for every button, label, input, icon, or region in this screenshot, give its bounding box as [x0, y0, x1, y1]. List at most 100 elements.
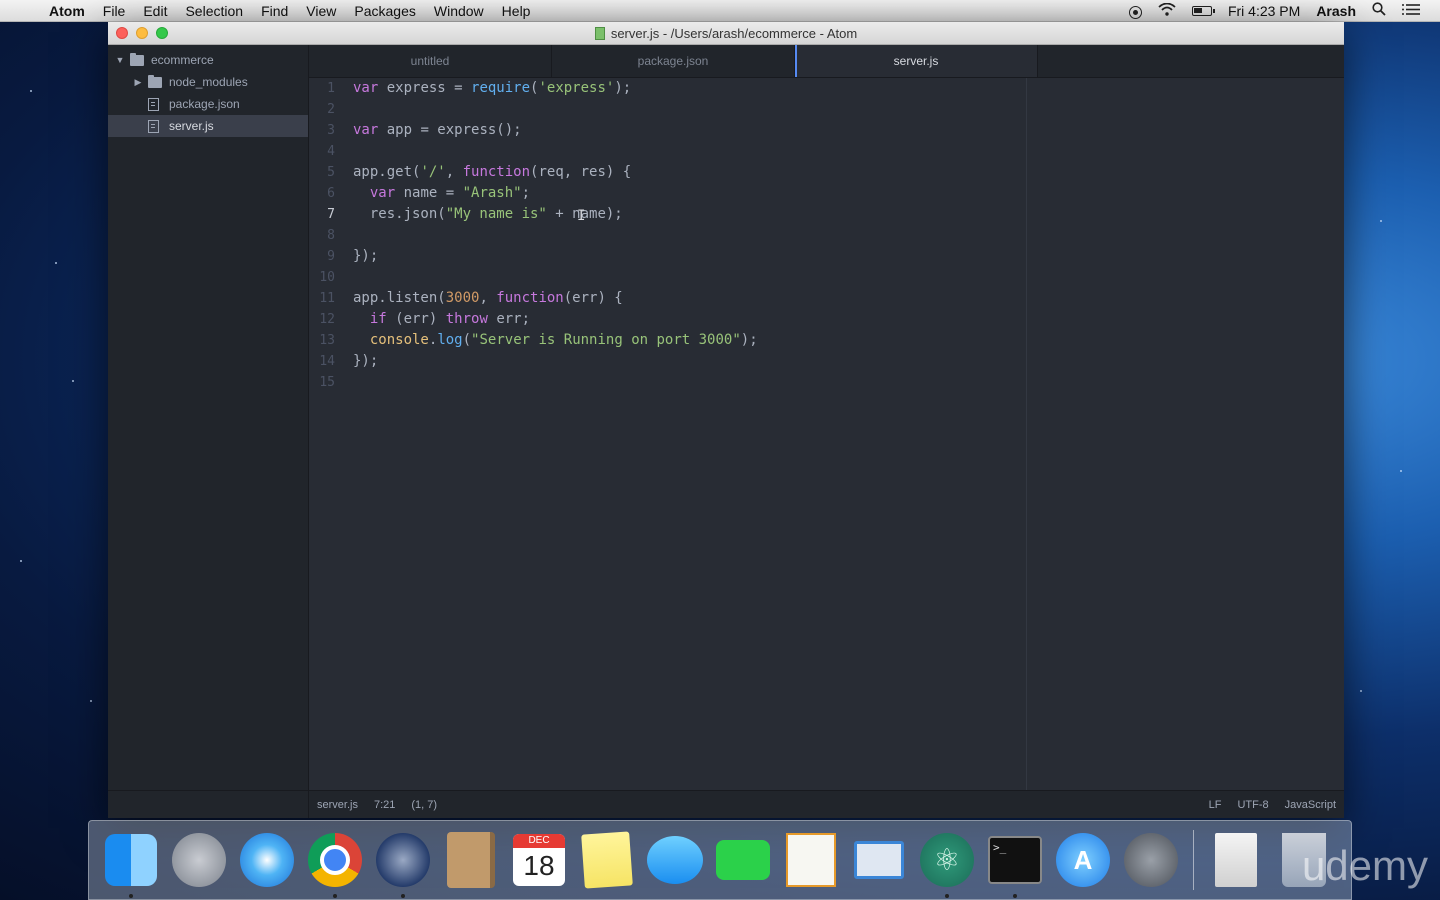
line-number[interactable]: 12	[309, 309, 349, 330]
spotlight-search-icon[interactable]	[1364, 2, 1394, 19]
tab-server-js[interactable]: server.js	[795, 45, 1038, 77]
dock-keynote[interactable]	[849, 830, 909, 890]
code-line[interactable]: app.get('/', function(req, res) {	[353, 162, 758, 183]
line-number[interactable]: 8	[309, 225, 349, 246]
menu-file[interactable]: File	[94, 0, 135, 22]
code-line[interactable]: });	[353, 246, 758, 267]
dock-messages[interactable]	[645, 830, 705, 890]
tree-root-folder[interactable]: ▼ ecommerce	[108, 49, 308, 71]
line-number[interactable]: 14	[309, 351, 349, 372]
code-line[interactable]: });	[353, 351, 758, 372]
code-line[interactable]: console.log("Server is Running on port 3…	[353, 330, 758, 351]
tab-bar: untitled package.json server.js	[309, 45, 1344, 78]
code-token: ;	[521, 185, 531, 201]
line-number[interactable]: 5	[309, 162, 349, 183]
line-number[interactable]: 6	[309, 183, 349, 204]
code-editor[interactable]: 1 2 3 4 5 6 7 8 9 10 11 12 13 14 15 var express = requ…	[309, 78, 1344, 790]
title-bar[interactable]: server.js - /Users/arash/ecommerce - Ato…	[108, 22, 1344, 45]
dock-finder[interactable]	[101, 830, 161, 898]
dock-document[interactable]	[1206, 830, 1266, 890]
code-token: "Arash"	[462, 185, 522, 201]
line-number[interactable]: 9	[309, 246, 349, 267]
line-number-gutter[interactable]: 1 2 3 4 5 6 7 8 9 10 11 12 13 14 15	[309, 78, 349, 393]
code-line[interactable]: var name = "Arash";	[353, 183, 758, 204]
dock-launchpad[interactable]	[169, 830, 229, 890]
screen-record-icon[interactable]	[1121, 2, 1150, 19]
zoom-window-button[interactable]	[156, 27, 168, 39]
line-number[interactable]: 2	[309, 99, 349, 120]
code-line[interactable]: if (err) throw err;	[353, 309, 758, 330]
code-token: );	[740, 332, 758, 348]
dock-quicktime[interactable]	[373, 830, 433, 898]
line-number[interactable]: 13	[309, 330, 349, 351]
line-number[interactable]: 15	[309, 372, 349, 393]
status-selection-count[interactable]: (1, 7)	[403, 799, 445, 811]
line-number[interactable]: 3	[309, 120, 349, 141]
code-line[interactable]	[353, 99, 758, 120]
code-line[interactable]	[353, 267, 758, 288]
menu-window[interactable]: Window	[425, 0, 493, 22]
line-number[interactable]: 7	[309, 204, 349, 225]
wrap-guide	[1026, 78, 1027, 790]
status-file-name[interactable]: server.js	[309, 799, 366, 811]
code-token: (	[462, 332, 472, 348]
code-lines[interactable]: var express = require('express'); var app…	[353, 78, 758, 393]
line-number[interactable]: 1	[309, 78, 349, 99]
tree-item-label: server.js	[169, 119, 214, 133]
wifi-icon[interactable]	[1150, 2, 1184, 19]
line-number[interactable]: 11	[309, 288, 349, 309]
menu-edit[interactable]: Edit	[134, 0, 176, 22]
tab-untitled[interactable]: untitled	[309, 45, 552, 77]
dock-calendar[interactable]: DEC 18	[509, 830, 569, 890]
minimize-window-button[interactable]	[136, 27, 148, 39]
menu-view[interactable]: View	[297, 0, 345, 22]
menu-find[interactable]: Find	[252, 0, 297, 22]
editor-pane: untitled package.json server.js 12345678…	[308, 45, 1344, 790]
status-line-ending[interactable]: LF	[1201, 799, 1230, 811]
code-line[interactable]: app.listen(3000, function(err) {	[353, 288, 758, 309]
dock-system-preferences[interactable]	[1121, 830, 1181, 890]
dock-pages[interactable]	[781, 830, 841, 890]
tree-item-node-modules[interactable]: ▶ node_modules	[108, 71, 308, 93]
dock-atom[interactable]: ⚛	[917, 830, 977, 898]
menu-selection[interactable]: Selection	[176, 0, 252, 22]
status-encoding[interactable]: UTF-8	[1229, 799, 1276, 811]
user-name[interactable]: Arash	[1308, 3, 1364, 19]
dock-notes[interactable]	[577, 830, 637, 890]
code-line[interactable]	[353, 141, 758, 162]
dock-chrome[interactable]	[305, 830, 365, 898]
menu-help[interactable]: Help	[493, 0, 540, 22]
code-line[interactable]: var express = require('express');	[353, 78, 758, 99]
line-number[interactable]: 10	[309, 267, 349, 288]
clock[interactable]: Fri 4:23 PM	[1220, 3, 1308, 19]
code-line[interactable]: res.json("My name is" + name);	[353, 204, 758, 225]
code-line[interactable]	[353, 225, 758, 246]
battery-icon[interactable]	[1184, 3, 1220, 19]
status-cursor-position[interactable]: 7:21	[366, 799, 403, 811]
notes-icon	[581, 831, 633, 889]
dock-safari[interactable]	[237, 830, 297, 890]
code-line[interactable]: var app = express();	[353, 120, 758, 141]
dock-facetime[interactable]	[713, 830, 773, 890]
tree-item-package-json[interactable]: package.json	[108, 93, 308, 115]
chrome-icon	[308, 833, 362, 887]
atom-icon: ⚛	[920, 833, 974, 887]
tree-item-server-js[interactable]: server.js	[108, 115, 308, 137]
code-token: });	[353, 353, 379, 369]
menu-app-name[interactable]: Atom	[40, 0, 94, 22]
document-stack-icon	[1215, 833, 1257, 887]
code-line[interactable]	[353, 372, 758, 393]
tab-package-json[interactable]: package.json	[552, 45, 795, 77]
close-window-button[interactable]	[116, 27, 128, 39]
status-grammar[interactable]: JavaScript	[1277, 799, 1344, 811]
dock-app-store[interactable]: A	[1053, 830, 1113, 890]
notification-center-icon[interactable]	[1394, 3, 1428, 19]
line-number[interactable]: 4	[309, 141, 349, 162]
chevron-down-icon: ▼	[115, 55, 125, 65]
dock-terminal[interactable]: >_	[985, 830, 1045, 898]
code-token: if	[369, 311, 387, 327]
dock-contacts[interactable]	[441, 830, 501, 890]
menu-packages[interactable]: Packages	[345, 0, 424, 22]
facetime-icon	[716, 840, 770, 880]
